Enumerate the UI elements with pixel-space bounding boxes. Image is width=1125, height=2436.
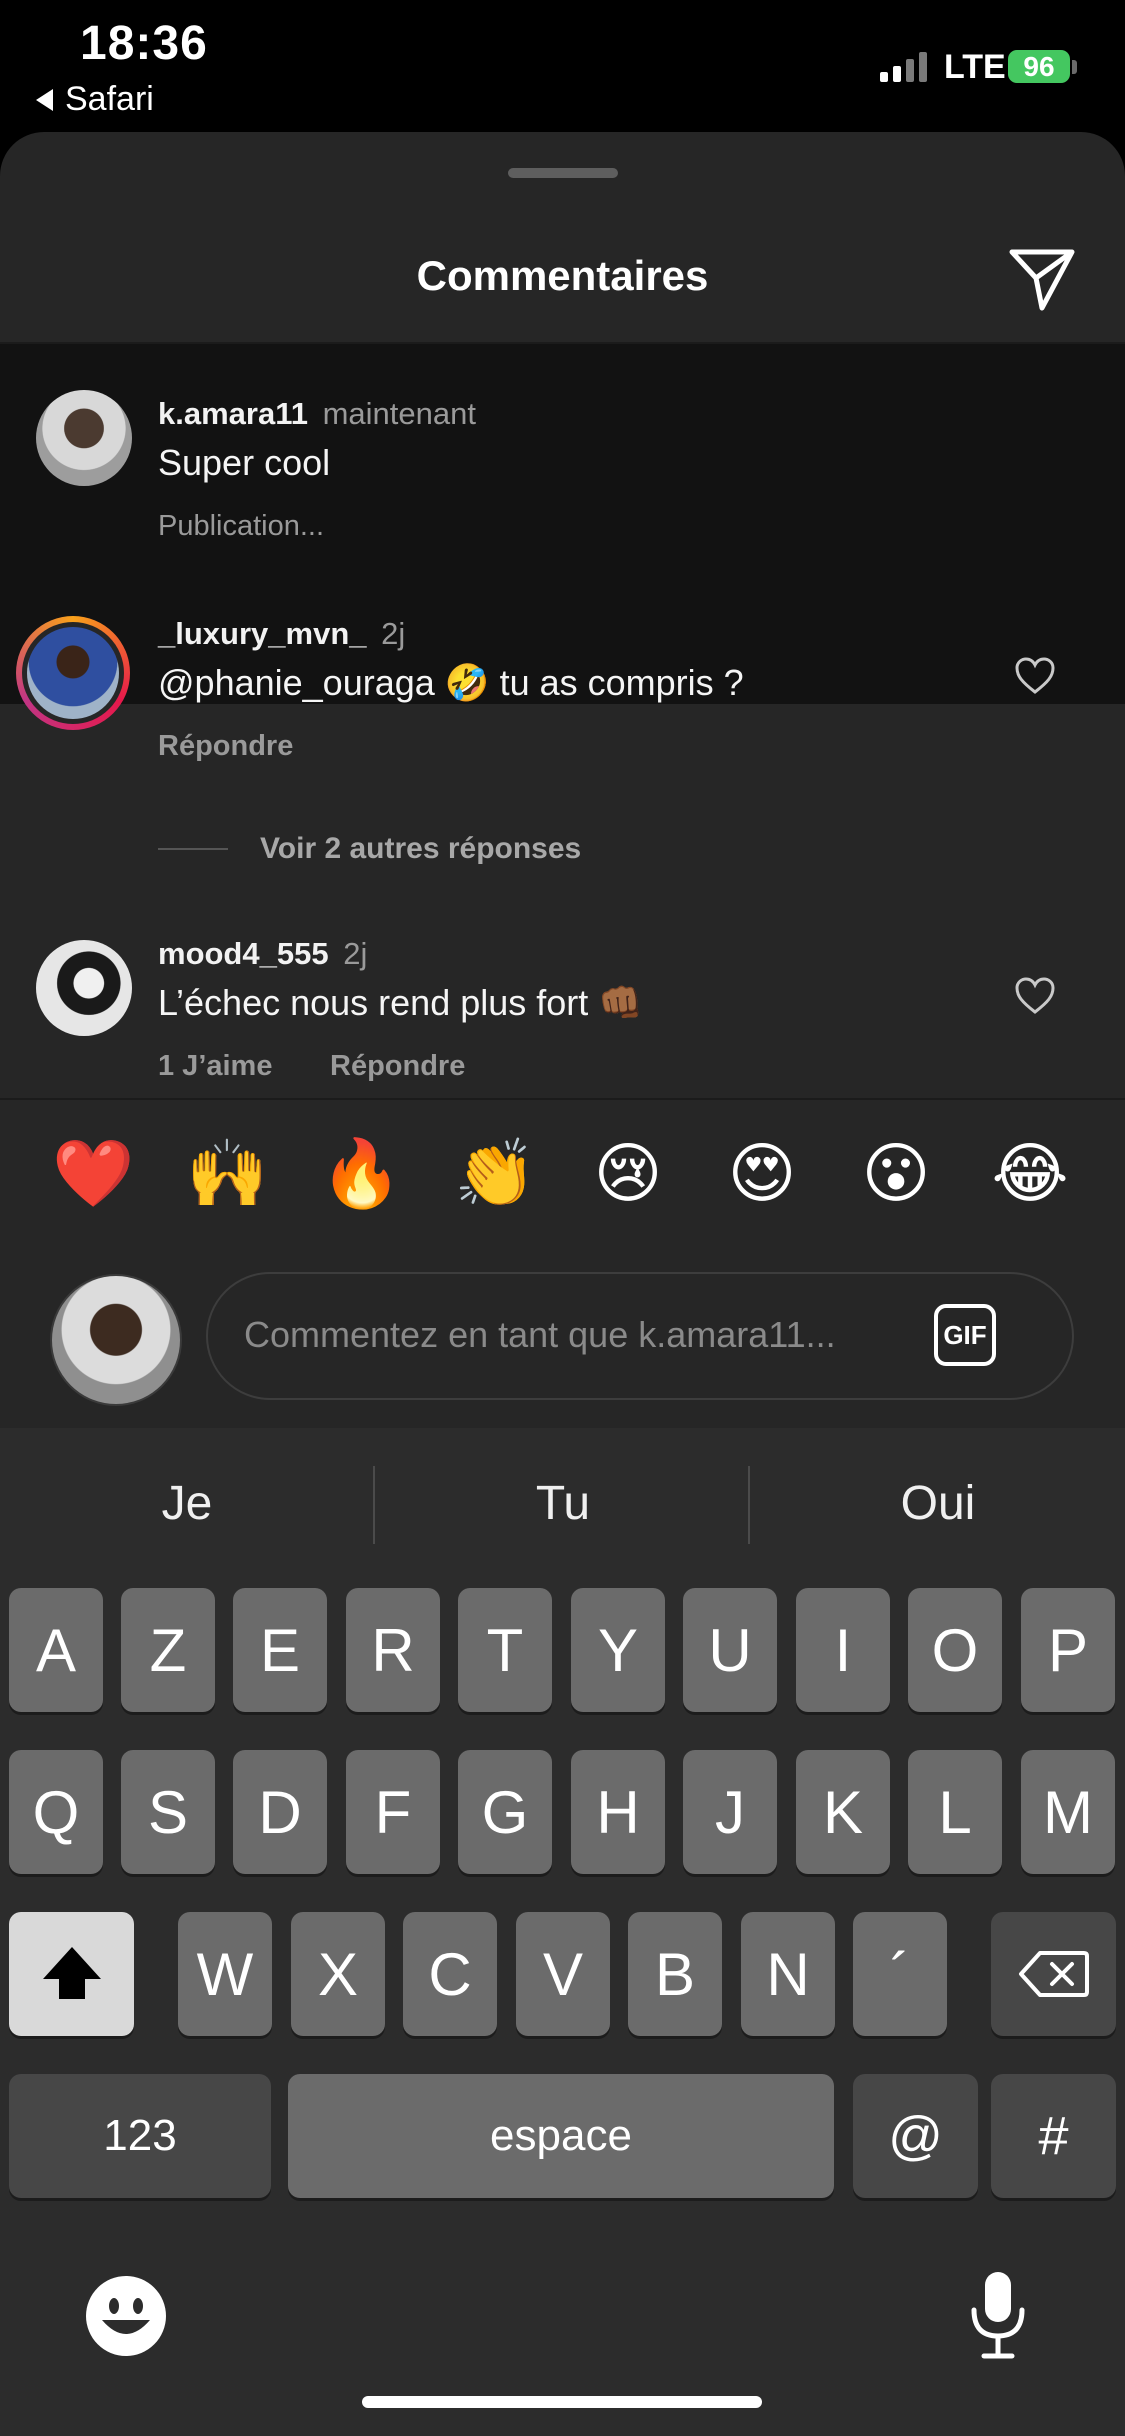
comment-time: 2j (343, 936, 368, 971)
like-heart-icon[interactable] (1014, 976, 1056, 1016)
avatar-story-ring[interactable] (16, 616, 130, 730)
delete-backspace-icon (1018, 1951, 1089, 1997)
signal-icon (880, 50, 927, 82)
emoji-crying-face[interactable]: 😢 (588, 1134, 668, 1214)
comment-input-placeholder: Commentez en tant que k.amara11... (244, 1314, 836, 1355)
backspace-key[interactable] (991, 1912, 1116, 2036)
view-replies-label: Voir 2 autres réponses (260, 832, 582, 865)
comment-header: k.amara11 maintenant (158, 396, 476, 432)
key-t[interactable]: T (458, 1588, 552, 1712)
emoji-clapping-hands[interactable]: 👏 (454, 1134, 536, 1214)
emoji-keyboard-icon[interactable] (84, 2274, 168, 2358)
key-l[interactable]: L (908, 1750, 1002, 1874)
battery-icon: 96 (1008, 50, 1070, 83)
comment-username[interactable]: _luxury_mvn_ (158, 616, 367, 651)
back-app-label: Safari (65, 80, 154, 118)
emoji-heart[interactable]: ❤️ (52, 1134, 134, 1214)
posting-status: Publication... (158, 510, 325, 542)
sheet-grabber[interactable] (508, 168, 618, 178)
status-bar: 18:36 Safari LTE 96 (0, 0, 1125, 132)
comment-input[interactable]: Commentez en tant que k.amara11... GIF (206, 1272, 1074, 1400)
view-more-replies-button[interactable]: Voir 2 autres réponses (158, 832, 581, 866)
emoji-fire[interactable]: 🔥 (320, 1134, 402, 1214)
status-time: 18:36 (80, 17, 208, 70)
space-key[interactable]: espace (288, 2074, 834, 2198)
comment-username[interactable]: k.amara11 (158, 396, 308, 431)
comment-username[interactable]: mood4_555 (158, 936, 329, 971)
composer-divider (0, 1098, 1125, 1100)
key-k[interactable]: K (796, 1750, 890, 1874)
share-send-icon[interactable] (1004, 242, 1080, 318)
emoji-laughing-tears[interactable]: 😂 (990, 1134, 1070, 1214)
key-b[interactable]: B (628, 1912, 722, 2036)
key-e[interactable]: E (233, 1588, 327, 1712)
key-p[interactable]: P (1021, 1588, 1115, 1712)
comment-time: 2j (381, 616, 406, 651)
suggestion-3[interactable]: Oui (751, 1428, 1125, 1578)
suggestion-1[interactable]: Je (0, 1428, 374, 1578)
current-user-avatar (50, 1274, 182, 1406)
keyboard: Je Tu Oui A Z E R T Y U I O P Q S D F G … (0, 1428, 1125, 2436)
battery-cap (1072, 60, 1077, 74)
comment-text: @phanie_ouraga 🤣 tu as compris ? (158, 662, 744, 703)
comment-header: _luxury_mvn_ 2j (158, 616, 405, 652)
emoji-surprised-face[interactable]: 😮 (856, 1134, 936, 1214)
back-to-safari-link[interactable]: Safari (36, 80, 154, 119)
numbers-key[interactable]: 123 (9, 2074, 271, 2198)
reply-button[interactable]: Répondre (158, 730, 293, 763)
key-h[interactable]: H (571, 1750, 665, 1874)
shift-key[interactable] (9, 1912, 134, 2036)
microphone-icon[interactable] (968, 2268, 1028, 2364)
key-d[interactable]: D (233, 1750, 327, 1874)
comment-text: Super cool (158, 442, 331, 483)
key-y[interactable]: Y (571, 1588, 665, 1712)
comment-time: maintenant (322, 396, 476, 431)
key-f[interactable]: F (346, 1750, 440, 1874)
back-arrow-icon (36, 88, 53, 111)
key-i[interactable]: I (796, 1588, 890, 1712)
key-x[interactable]: X (291, 1912, 385, 2036)
avatar[interactable] (36, 390, 132, 486)
suggestion-2[interactable]: Tu (376, 1428, 750, 1578)
key-s[interactable]: S (121, 1750, 215, 1874)
reply-button[interactable]: Répondre (330, 1050, 465, 1083)
comment-likes-count[interactable]: 1 J’aime (158, 1050, 272, 1083)
avatar[interactable] (36, 940, 132, 1036)
network-type: LTE (944, 48, 1006, 86)
key-n[interactable]: N (741, 1912, 835, 2036)
like-heart-icon[interactable] (1014, 656, 1056, 696)
comment-text: L’échec nous rend plus fort 👊🏾 (158, 982, 644, 1023)
key-g[interactable]: G (458, 1750, 552, 1874)
key-r[interactable]: R (346, 1588, 440, 1712)
key-accent[interactable]: ´ (853, 1912, 947, 2036)
comments-sheet: Commentaires k.amara11 maintenant Super … (0, 132, 1125, 1428)
key-w[interactable]: W (178, 1912, 272, 2036)
at-key[interactable]: @ (853, 2074, 978, 2198)
suggestion-divider (373, 1466, 375, 1544)
key-a[interactable]: A (9, 1588, 103, 1712)
hash-key[interactable]: # (991, 2074, 1116, 2198)
key-o[interactable]: O (908, 1588, 1002, 1712)
key-u[interactable]: U (683, 1588, 777, 1712)
emoji-heart-eyes[interactable]: 😍 (722, 1134, 802, 1214)
avatar (22, 622, 124, 724)
battery-level: 96 (1023, 50, 1055, 82)
emoji-raised-hands[interactable]: 🙌 (186, 1134, 268, 1214)
key-v[interactable]: V (516, 1912, 610, 2036)
key-c[interactable]: C (403, 1912, 497, 2036)
replies-divider-line (158, 848, 228, 850)
key-z[interactable]: Z (121, 1588, 215, 1712)
comment-header: mood4_555 2j (158, 936, 367, 972)
quick-emoji-bar: ❤️ 🙌 🔥 👏 😢 😍 😮 😂 (0, 1112, 1125, 1242)
key-q[interactable]: Q (9, 1750, 103, 1874)
shift-arrow-icon (42, 1947, 101, 1999)
gif-button[interactable]: GIF (934, 1304, 996, 1366)
key-m[interactable]: M (1021, 1750, 1115, 1874)
key-j[interactable]: J (683, 1750, 777, 1874)
suggestion-divider (748, 1466, 750, 1544)
sheet-title: Commentaires (416, 252, 709, 299)
home-indicator[interactable] (362, 2396, 762, 2408)
